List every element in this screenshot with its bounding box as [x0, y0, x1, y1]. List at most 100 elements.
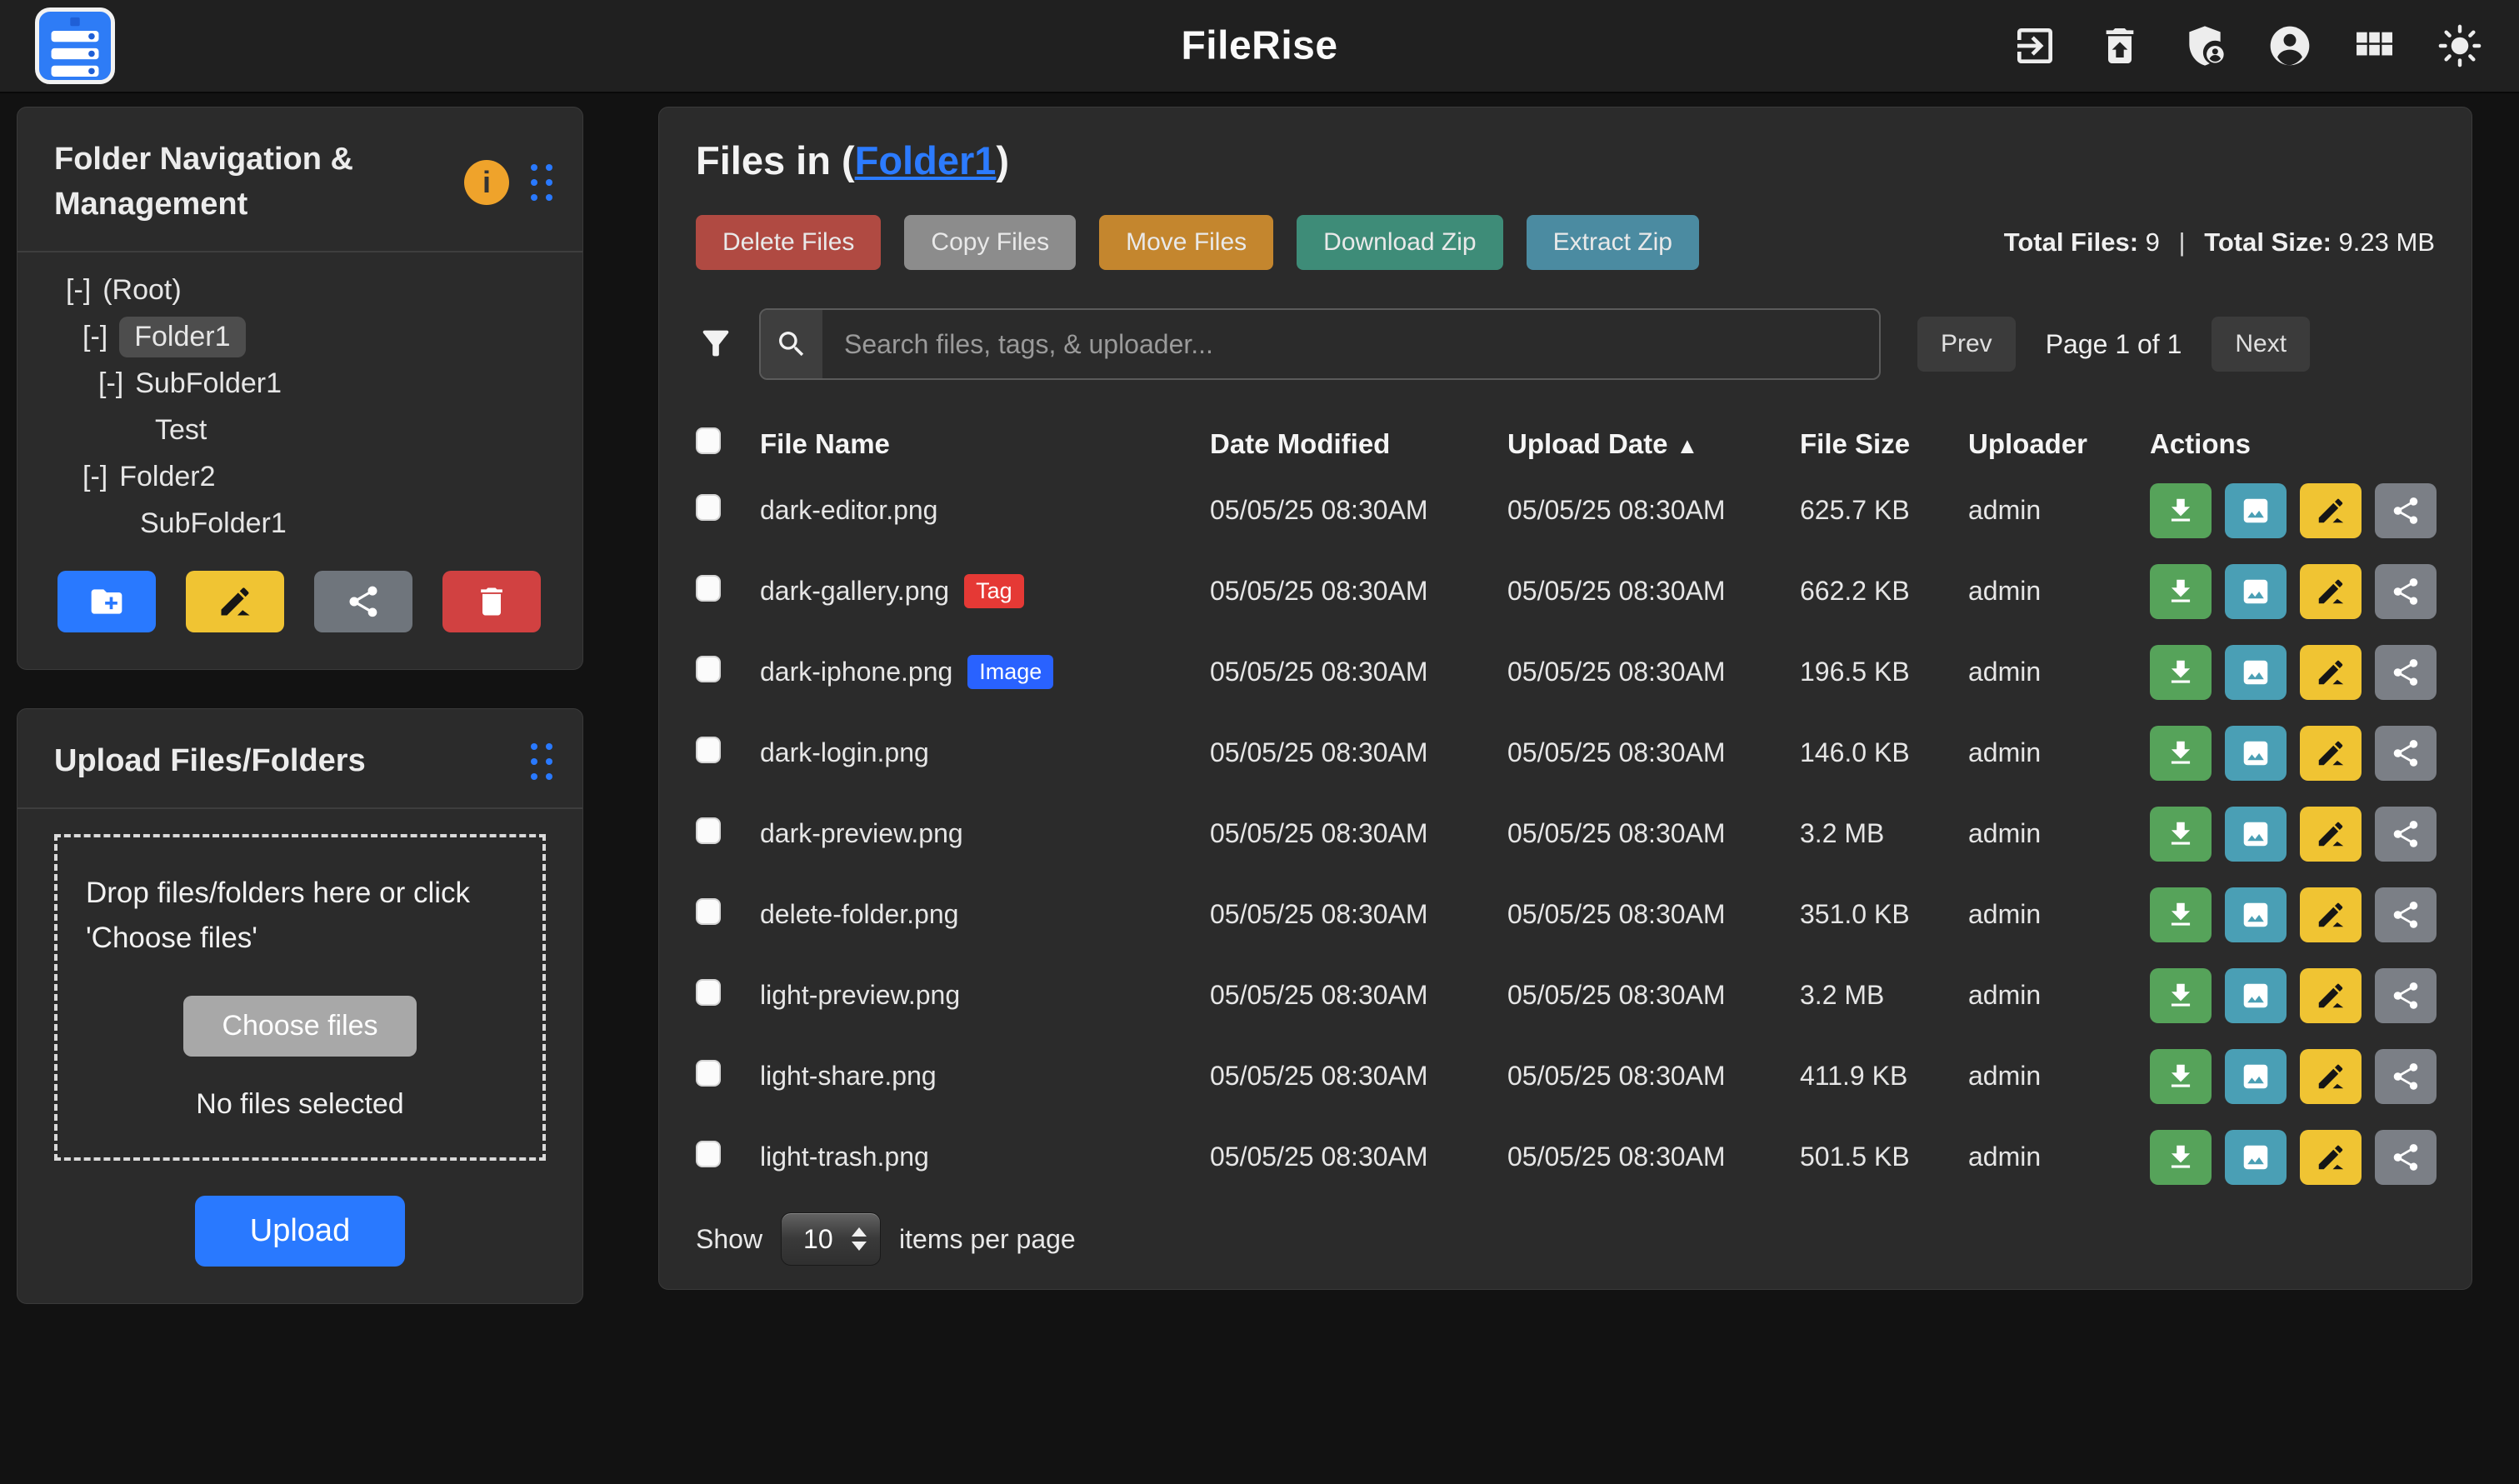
tree-item-folder1[interactable]: [-]Folder1 — [17, 314, 582, 361]
preview-button[interactable] — [2225, 726, 2287, 781]
share-button[interactable] — [2375, 645, 2437, 700]
theme-toggle-icon[interactable] — [2436, 22, 2484, 70]
download-button[interactable] — [2150, 645, 2212, 700]
row-checkbox[interactable] — [696, 898, 721, 925]
tree-item-folder2[interactable]: [-]Folder2 — [17, 454, 582, 501]
rename-button[interactable] — [2300, 483, 2362, 538]
info-icon[interactable]: i — [464, 160, 509, 205]
items-per-page-select[interactable]: 10 — [781, 1212, 881, 1266]
delete-files-button[interactable]: Delete Files — [696, 215, 881, 270]
download-button[interactable] — [2150, 968, 2212, 1023]
column-header-file-name[interactable]: File Name — [760, 428, 1210, 460]
search-icon[interactable] — [761, 310, 822, 378]
row-checkbox[interactable] — [696, 494, 721, 521]
download-zip-button[interactable]: Download Zip — [1297, 215, 1502, 270]
user-icon[interactable] — [2266, 22, 2314, 70]
tree-item-test[interactable]: Test — [17, 407, 582, 454]
download-button[interactable] — [2150, 564, 2212, 619]
tree-toggle[interactable]: [-] — [82, 321, 107, 353]
column-header-actions[interactable]: Actions — [2150, 428, 2435, 460]
upload-dropzone[interactable]: Drop files/folders here or click 'Choose… — [54, 834, 546, 1162]
rename-button[interactable] — [2300, 968, 2362, 1023]
row-checkbox[interactable] — [696, 979, 721, 1006]
share-button[interactable] — [2375, 807, 2437, 862]
share-folder-button[interactable] — [314, 571, 412, 632]
file-name[interactable]: light-share.png — [760, 1061, 937, 1092]
next-page-button[interactable]: Next — [2212, 317, 2310, 372]
column-header-date-modified[interactable]: Date Modified — [1210, 428, 1507, 460]
file-name[interactable]: dark-editor.png — [760, 495, 937, 526]
row-checkbox[interactable] — [696, 1141, 721, 1167]
tree-item-subfolder1[interactable]: SubFolder1 — [17, 501, 582, 547]
rename-button[interactable] — [2300, 807, 2362, 862]
share-button[interactable] — [2375, 1049, 2437, 1104]
grid-view-icon[interactable] — [2351, 22, 2399, 70]
preview-button[interactable] — [2225, 968, 2287, 1023]
preview-button[interactable] — [2225, 1049, 2287, 1104]
row-checkbox[interactable] — [696, 575, 721, 602]
choose-files-button[interactable]: Choose files — [183, 996, 416, 1057]
file-name[interactable]: dark-login.png — [760, 737, 929, 768]
column-header-uploader[interactable]: Uploader — [1968, 428, 2150, 460]
tree-toggle[interactable]: [-] — [98, 367, 123, 400]
file-name[interactable]: dark-gallery.png — [760, 576, 949, 607]
preview-button[interactable] — [2225, 887, 2287, 942]
download-button[interactable] — [2150, 1130, 2212, 1185]
share-button[interactable] — [2375, 726, 2437, 781]
preview-button[interactable] — [2225, 645, 2287, 700]
admin-shield-icon[interactable] — [2181, 22, 2229, 70]
drag-handle-icon[interactable] — [531, 164, 552, 201]
rename-button[interactable] — [2300, 1049, 2362, 1104]
prev-page-button[interactable]: Prev — [1917, 317, 2016, 372]
rename-button[interactable] — [2300, 564, 2362, 619]
row-checkbox[interactable] — [696, 656, 721, 682]
select-all-checkbox[interactable] — [696, 427, 721, 454]
row-checkbox[interactable] — [696, 1060, 721, 1087]
rename-button[interactable] — [2300, 645, 2362, 700]
rename-folder-button[interactable] — [186, 571, 284, 632]
preview-button[interactable] — [2225, 564, 2287, 619]
download-button[interactable] — [2150, 887, 2212, 942]
upload-button[interactable]: Upload — [195, 1196, 405, 1267]
row-checkbox[interactable] — [696, 817, 721, 844]
share-button[interactable] — [2375, 1130, 2437, 1185]
rename-button[interactable] — [2300, 1130, 2362, 1185]
preview-button[interactable] — [2225, 483, 2287, 538]
create-folder-button[interactable] — [57, 571, 156, 632]
tree-item-subfolder1[interactable]: [-]SubFolder1 — [17, 361, 582, 407]
file-name[interactable]: light-preview.png — [760, 980, 960, 1011]
column-header-file-size[interactable]: File Size — [1800, 428, 1968, 460]
search-input[interactable] — [822, 310, 1879, 378]
rename-button[interactable] — [2300, 726, 2362, 781]
tree-item-root[interactable]: [-](Root) — [17, 267, 582, 314]
exit-icon[interactable] — [2011, 22, 2059, 70]
preview-button[interactable] — [2225, 807, 2287, 862]
download-button[interactable] — [2150, 807, 2212, 862]
download-button[interactable] — [2150, 1049, 2212, 1104]
file-name[interactable]: dark-iphone.png — [760, 657, 952, 687]
extract-zip-button[interactable]: Extract Zip — [1527, 215, 1699, 270]
trash-restore-icon[interactable] — [2096, 22, 2144, 70]
share-button[interactable] — [2375, 968, 2437, 1023]
column-header-upload-date[interactable]: Upload Date▲ — [1507, 428, 1800, 460]
tree-toggle[interactable]: [-] — [82, 461, 107, 493]
tree-toggle[interactable]: [-] — [66, 274, 91, 307]
rename-button[interactable] — [2300, 887, 2362, 942]
current-folder-link[interactable]: Folder1 — [855, 138, 997, 182]
download-button[interactable] — [2150, 726, 2212, 781]
filter-icon[interactable] — [696, 321, 736, 367]
app-logo-icon[interactable] — [35, 7, 115, 84]
move-files-button[interactable]: Move Files — [1099, 215, 1273, 270]
download-button[interactable] — [2150, 483, 2212, 538]
share-button[interactable] — [2375, 564, 2437, 619]
file-name[interactable]: delete-folder.png — [760, 899, 958, 930]
preview-button[interactable] — [2225, 1130, 2287, 1185]
file-name[interactable]: dark-preview.png — [760, 818, 963, 849]
file-name[interactable]: light-trash.png — [760, 1142, 929, 1172]
row-checkbox[interactable] — [696, 737, 721, 763]
drag-handle-icon[interactable] — [531, 743, 552, 780]
share-button[interactable] — [2375, 483, 2437, 538]
delete-folder-button[interactable] — [442, 571, 541, 632]
share-button[interactable] — [2375, 887, 2437, 942]
copy-files-button[interactable]: Copy Files — [904, 215, 1076, 270]
